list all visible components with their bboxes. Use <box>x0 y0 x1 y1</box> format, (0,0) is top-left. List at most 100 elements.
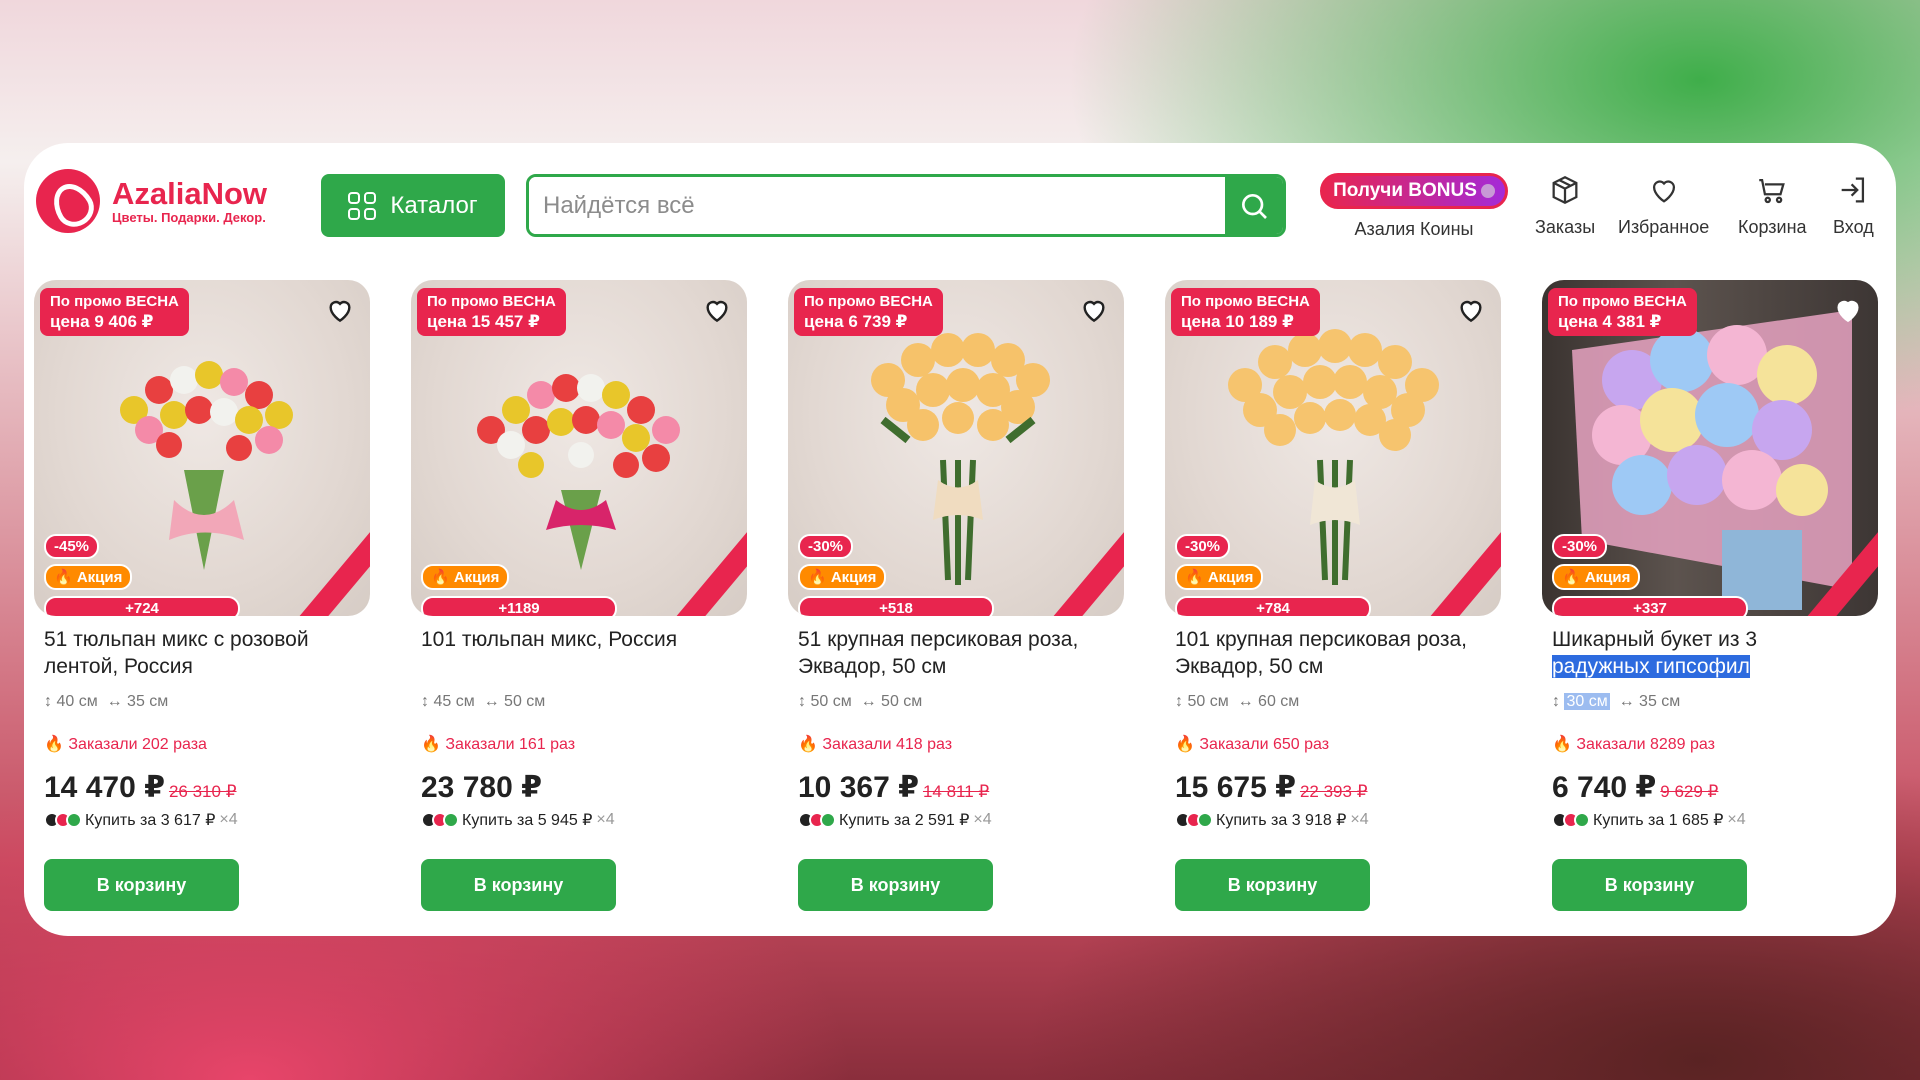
bonus-badge: +784 <box>1175 596 1371 616</box>
action-badge: 🔥 Акция <box>421 564 510 590</box>
product-dims: ↕ 50 см ↔ 50 см <box>798 693 923 710</box>
favorite-heart-icon[interactable] <box>324 294 356 326</box>
heart-icon <box>1652 180 1675 203</box>
product-dims: ↕ 30 см ↔ 35 см <box>1552 693 1681 710</box>
product-photo[interactable]: По промо ВЕСНА цена 9 406 ₽ -45% 🔥 Акция … <box>34 280 370 616</box>
split-payment: Купить за 1 685 ₽ ×4 <box>1552 810 1746 830</box>
product-title[interactable]: 101 крупная персиковая роза, Эквадор, 50… <box>1175 626 1495 680</box>
bouquet-image <box>477 374 680 570</box>
product-dims: ↕ 50 см ↔ 60 см <box>1175 693 1300 710</box>
payment-dots-icon <box>44 812 82 828</box>
favorite-heart-icon[interactable] <box>1078 294 1110 326</box>
product-photo[interactable]: По промо ВЕСНА цена 10 189 ₽ -30% 🔥 Акция… <box>1165 280 1501 616</box>
nav-favorites-label: Избранное <box>1618 217 1710 237</box>
promo-label: По промо ВЕСНА цена 15 457 ₽ <box>417 288 566 336</box>
product-title[interactable]: Шикарный букет из 3 радужных гипсофил <box>1552 626 1872 680</box>
search-bar <box>526 174 1286 237</box>
product-price: 14 470 ₽26 310 ₽ <box>44 771 237 804</box>
nav-login-label: Вход <box>1833 217 1874 237</box>
add-to-cart-button[interactable]: В корзину <box>421 859 616 911</box>
bonus-badge: +1189 <box>421 596 617 616</box>
discount-badge: -30% <box>1175 534 1231 559</box>
favorite-heart-icon[interactable] <box>1832 294 1864 326</box>
discount-badge: -30% <box>798 534 854 559</box>
product-price: 6 740 ₽9 629 ₽ <box>1552 771 1719 804</box>
logo[interactable]: AzaliaNow Цветы. Подарки. Декор. <box>36 169 267 233</box>
bonus-badge: +518 <box>798 596 994 616</box>
split-payment: Купить за 3 617 ₽ ×4 <box>44 810 238 830</box>
promo-label: По промо ВЕСНА цена 10 189 ₽ <box>1171 288 1320 336</box>
bonus-widget[interactable]: Получи BONUS Азалия Коины <box>1316 173 1512 240</box>
product-photo[interactable]: По промо ВЕСНА цена 15 457 ₽ 🔥 Акция +118… <box>411 280 747 616</box>
catalog-label: Каталог <box>390 191 478 219</box>
cart-icon <box>1759 178 1786 204</box>
add-to-cart-button[interactable]: В корзину <box>1175 859 1370 911</box>
old-price: 22 393 ₽ <box>1299 782 1368 801</box>
split-payment: Купить за 3 918 ₽ ×4 <box>1175 810 1369 830</box>
product-price: 23 780 ₽ <box>421 771 542 804</box>
discount-badge: -45% <box>44 534 100 559</box>
order-count: 🔥 Заказали 418 раз <box>798 736 953 753</box>
bouquet-image <box>120 361 293 570</box>
product-title[interactable]: 51 тюльпан микс с розовой лентой, Россия <box>44 626 364 680</box>
box-icon <box>1552 175 1578 205</box>
payment-dots-icon <box>1552 812 1590 828</box>
nav-orders-label: Заказы <box>1535 217 1596 237</box>
bonus-badge: +724 <box>44 596 240 616</box>
search-button[interactable] <box>1225 177 1283 234</box>
promo-label: По промо ВЕСНА цена 6 739 ₽ <box>794 288 943 336</box>
promo-label: По промо ВЕСНА цена 9 406 ₽ <box>40 288 189 336</box>
nav-login[interactable]: Вход <box>1833 173 1874 238</box>
action-badge: 🔥 Акция <box>1552 564 1641 590</box>
promo-label: По промо ВЕСНА цена 4 381 ₽ <box>1548 288 1697 336</box>
payment-dots-icon <box>421 812 459 828</box>
nav-favorites[interactable]: Избранное <box>1618 173 1709 238</box>
action-badge: 🔥 Акция <box>798 564 887 590</box>
action-badge: 🔥 Акция <box>44 564 133 590</box>
order-count: 🔥 Заказали 161 раз <box>421 736 576 753</box>
product-photo[interactable]: По промо ВЕСНА цена 4 381 ₽ -30% 🔥 Акция … <box>1542 280 1878 616</box>
bouquet-image <box>871 333 1050 585</box>
nav-cart-label: Корзина <box>1738 217 1807 237</box>
product-dims: ↕ 40 см ↔ 35 см <box>44 693 169 710</box>
bouquet-image <box>1228 329 1439 585</box>
old-price: 26 310 ₽ <box>168 782 237 801</box>
product-title[interactable]: 101 тюльпан микс, Россия <box>421 626 741 653</box>
coin-icon <box>1480 183 1495 198</box>
selected-text: радужных гипсофил <box>1552 655 1750 678</box>
product-dims: ↕ 45 см ↔ 50 см <box>421 693 546 710</box>
bonus-badge: +337 <box>1552 596 1748 616</box>
order-count: 🔥 Заказали 202 раза <box>44 736 207 753</box>
old-price: 9 629 ₽ <box>1660 782 1719 801</box>
action-badge: 🔥 Акция <box>1175 564 1264 590</box>
order-count: 🔥 Заказали 650 раз <box>1175 736 1330 753</box>
favorite-heart-icon[interactable] <box>701 294 733 326</box>
product-title[interactable]: 51 крупная персиковая роза, Эквадор, 50 … <box>798 626 1118 680</box>
product-price: 10 367 ₽14 811 ₽ <box>798 771 990 804</box>
logo-icon <box>36 169 100 233</box>
bonus-label: Азалия Коины <box>1354 219 1474 239</box>
add-to-cart-button[interactable]: В корзину <box>798 859 993 911</box>
grid-icon <box>348 191 377 220</box>
nav-orders[interactable]: Заказы <box>1535 173 1595 238</box>
discount-badge: -30% <box>1552 534 1608 559</box>
bonus-pill[interactable]: Получи BONUS <box>1320 173 1508 209</box>
login-icon <box>1842 177 1865 203</box>
split-payment: Купить за 5 945 ₽ ×4 <box>421 810 615 830</box>
payment-dots-icon <box>798 812 836 828</box>
product-photo[interactable]: По промо ВЕСНА цена 6 739 ₽ -30% 🔥 Акция … <box>788 280 1124 616</box>
favorite-heart-icon[interactable] <box>1455 294 1487 326</box>
logo-title: AzaliaNow <box>112 176 268 211</box>
product-price: 15 675 ₽22 393 ₽ <box>1175 771 1368 804</box>
nav-cart[interactable]: Корзина <box>1738 173 1807 238</box>
search-input[interactable] <box>529 177 1225 234</box>
order-count: 🔥 Заказали 8289 раз <box>1552 736 1715 753</box>
selected-text: 30 см <box>1564 693 1610 710</box>
add-to-cart-button[interactable]: В корзину <box>1552 859 1747 911</box>
split-payment: Купить за 2 591 ₽ ×4 <box>798 810 992 830</box>
catalog-button[interactable]: Каталог <box>321 174 505 237</box>
payment-dots-icon <box>1175 812 1213 828</box>
bouquet-image <box>1572 310 1852 610</box>
add-to-cart-button[interactable]: В корзину <box>44 859 239 911</box>
search-icon <box>1242 193 1267 219</box>
